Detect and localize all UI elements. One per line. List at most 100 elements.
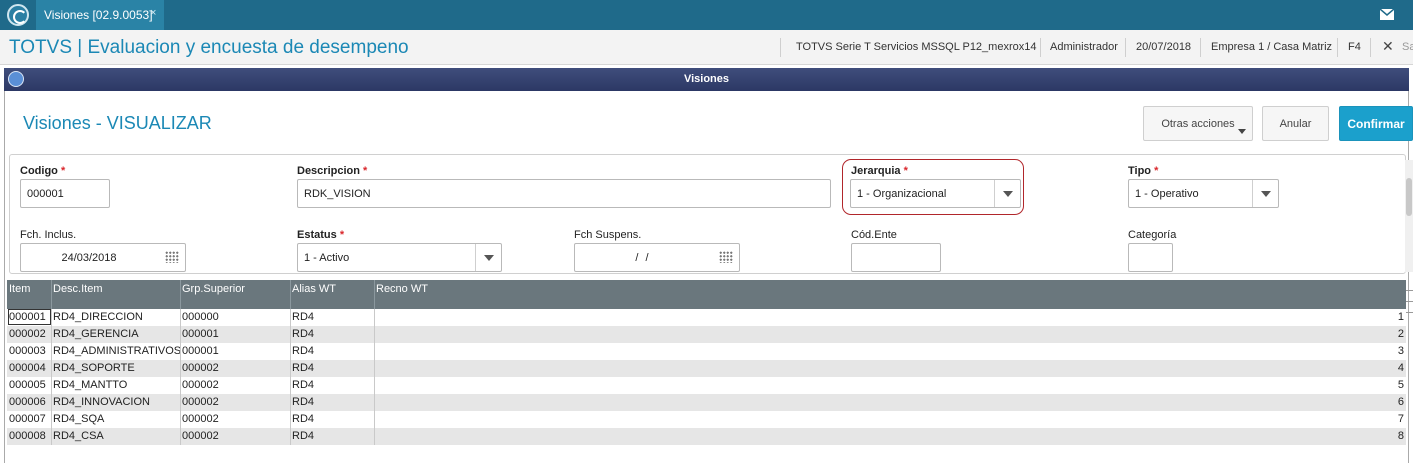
table-row[interactable]: 000004 RD4_SOPORTE 000002 RD4 4	[7, 360, 1406, 377]
divider	[290, 309, 291, 445]
user-label[interactable]: Administrador	[1050, 41, 1118, 53]
table-cell: RD4_DIRECCION	[53, 311, 143, 323]
table-cell: 000002	[182, 413, 219, 425]
table-cell: 2	[1397, 328, 1404, 340]
sort-icon[interactable]	[1406, 302, 1413, 313]
table-row[interactable]: 000007 RD4_SQA 000002 RD4 7	[7, 411, 1406, 428]
fch-suspens-field[interactable]: / /	[574, 243, 740, 272]
table-cell: 7	[1397, 413, 1404, 425]
environment-label: TOTVS Serie T Servicios MSSQL P12_mexrox…	[796, 41, 1037, 53]
categoria-label: Categoría	[1128, 229, 1177, 241]
tab-close-icon[interactable]: ×	[150, 7, 156, 19]
chevron-down-icon[interactable]	[475, 244, 501, 271]
table-cell: 000002	[182, 379, 219, 391]
totvs-logo-icon[interactable]	[7, 4, 29, 26]
chevron-down-icon[interactable]	[994, 180, 1020, 207]
calendar-icon[interactable]	[719, 251, 733, 263]
fch-inclus-field[interactable]: 24/03/2018	[20, 243, 186, 272]
divider	[180, 280, 181, 309]
envelope-icon[interactable]	[1363, 0, 1413, 30]
other-actions-label: Otras acciones	[1161, 118, 1235, 130]
tipo-value: 1 - Operativo	[1135, 188, 1199, 200]
table-row[interactable]: 000005 RD4_MANTTO 000002 RD4 5	[7, 377, 1406, 394]
jerarquia-select[interactable]: 1 - Organizacional	[850, 179, 1021, 208]
col-header-item[interactable]: Item	[9, 283, 30, 295]
divider	[51, 309, 52, 445]
table-cell: 000001	[182, 345, 219, 357]
divider	[374, 280, 375, 309]
table-cell: RD4	[292, 430, 315, 442]
confirm-label: Confirmar	[1347, 117, 1405, 131]
table-cell: 8	[1397, 430, 1404, 442]
table-cell: 4	[1397, 362, 1404, 374]
table-row[interactable]: 000002 RD4_GERENCIA 000001 RD4 2	[7, 326, 1406, 343]
codigo-field[interactable]: 000001	[20, 179, 110, 208]
company-label[interactable]: Empresa 1 / Casa Matriz	[1211, 41, 1332, 53]
table-cell: RD4	[292, 311, 315, 323]
fch-suspens-value: / /	[635, 252, 651, 264]
table-row[interactable]: 000001 RD4_DIRECCION 000000 RD4 1	[7, 309, 1406, 326]
col-header-grp-superior[interactable]: Grp.Superior	[182, 283, 245, 295]
form-scrollbar[interactable]	[1405, 160, 1413, 272]
divider	[1370, 38, 1371, 57]
fch-inclus-value: 24/03/2018	[61, 252, 117, 264]
table-cell: RD4_CSA	[53, 430, 104, 442]
divider	[1337, 38, 1338, 57]
app-header: TOTVS | Evaluacion y encuesta de desempe…	[0, 30, 1413, 65]
jerarquia-label: Jerarquia *	[851, 165, 908, 177]
table-cell: RD4	[292, 379, 315, 391]
confirm-button[interactable]: Confirmar	[1339, 106, 1413, 141]
grid-side-controls[interactable]	[1406, 280, 1413, 320]
table-row[interactable]: 000006 RD4_INNOVACION 000002 RD4 6	[7, 394, 1406, 411]
table-cell: RD4	[292, 345, 315, 357]
close-icon[interactable]: ✕	[1382, 38, 1394, 55]
help-key-label[interactable]: F4	[1348, 41, 1361, 53]
cancel-button[interactable]: Anular	[1262, 106, 1329, 141]
estatus-label: Estatus *	[297, 229, 345, 241]
tipo-select[interactable]: 1 - Operativo	[1128, 179, 1279, 208]
truncated-label: Sa	[1402, 41, 1413, 53]
table-cell: 1	[1397, 311, 1404, 323]
table-row[interactable]: 000003 RD4_ADMINISTRATIVOS 000001 RD4 3	[7, 343, 1406, 360]
sort-icon[interactable]	[1406, 291, 1413, 302]
table-cell: 000001	[182, 328, 219, 340]
date-label[interactable]: 20/07/2018	[1136, 41, 1191, 53]
scrollbar-thumb[interactable]	[1406, 178, 1412, 216]
table-cell: RD4_ADMINISTRATIVOS	[53, 345, 182, 357]
table-cell: 000003	[9, 345, 46, 357]
calendar-icon[interactable]	[165, 251, 179, 263]
descripcion-field[interactable]: RDK_VISION	[297, 179, 831, 208]
table-cell: 000004	[9, 362, 46, 374]
col-header-recno-wt[interactable]: Recno WT	[376, 283, 428, 295]
table-cell: 000002	[182, 396, 219, 408]
sort-icon[interactable]	[1406, 280, 1413, 291]
fch-inclus-label: Fch. Inclus.	[20, 229, 77, 241]
page-title: Visiones - VISUALIZAR	[23, 113, 212, 133]
divider	[1040, 38, 1041, 57]
divider	[180, 309, 181, 445]
col-header-alias-wt[interactable]: Alias WT	[292, 283, 336, 295]
divider	[1200, 38, 1201, 57]
chevron-down-icon[interactable]	[1252, 180, 1278, 207]
table-cell: 6	[1397, 396, 1404, 408]
table-row[interactable]: 000008 RD4_CSA 000002 RD4 8	[7, 428, 1406, 445]
table-cell: 5	[1397, 379, 1404, 391]
table-cell: RD4	[292, 396, 315, 408]
divider	[290, 280, 291, 309]
categoria-field[interactable]	[1128, 243, 1173, 272]
table-cell: 000006	[9, 396, 46, 408]
table-cell: RD4	[292, 413, 315, 425]
table-cell: 000007	[9, 413, 46, 425]
divider	[780, 38, 781, 57]
tab-visiones[interactable]: Visiones [02.9.0053] ×	[36, 0, 164, 30]
cod-ente-field[interactable]	[851, 243, 941, 272]
table-cell: 000002	[9, 328, 46, 340]
estatus-select[interactable]: 1 - Activo	[297, 243, 502, 272]
table-cell: 000008	[9, 430, 46, 442]
table-cell: RD4_SQA	[53, 413, 105, 425]
estatus-value: 1 - Activo	[304, 252, 350, 264]
descripcion-label: Descripcion *	[297, 165, 368, 177]
col-header-desc-item[interactable]: Desc.Item	[53, 283, 103, 295]
other-actions-button[interactable]: Otras acciones	[1143, 106, 1253, 141]
table-cell: RD4_MANTTO	[53, 379, 128, 391]
